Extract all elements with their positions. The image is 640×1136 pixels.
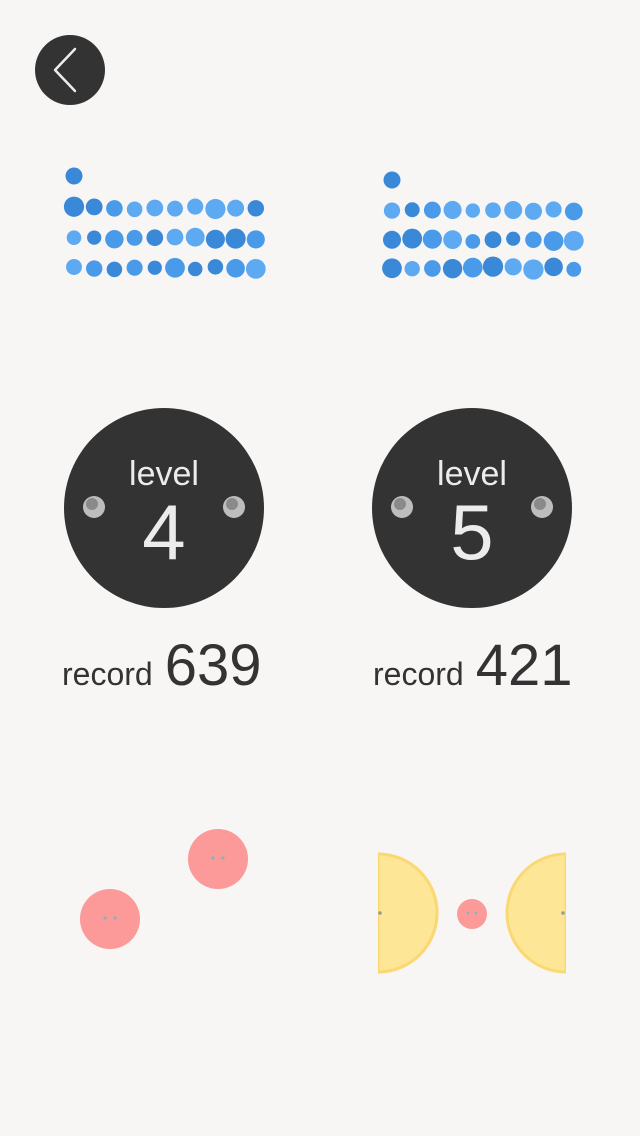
blue-dot-icon (147, 260, 162, 275)
blue-dot-icon (465, 234, 481, 249)
blue-dot-icon (105, 230, 124, 249)
blue-dot-icon (85, 260, 103, 277)
pink-creature-icon (80, 889, 140, 949)
blue-dot-icon (543, 231, 564, 251)
blue-dot-icon (66, 230, 82, 246)
blue-dot-icon (566, 261, 582, 277)
blue-dot-icon (443, 230, 462, 250)
right-eye-icon (223, 496, 245, 518)
blue-dot-icon (63, 196, 85, 217)
blue-dot-icon (485, 202, 501, 219)
back-button[interactable] (35, 35, 105, 105)
blue-dot-icon (424, 260, 441, 277)
blue-dot-icon (563, 230, 584, 251)
level-5-word: level (437, 455, 507, 493)
blue-dot-icon (544, 257, 563, 277)
blue-dot-icon (545, 201, 562, 218)
blue-dot-icon (402, 228, 423, 249)
blue-dot-icon (564, 202, 583, 221)
blue-dot-icon (382, 258, 402, 279)
blue-dot-icon (126, 259, 143, 276)
blue-dot-icon (165, 257, 185, 278)
yellow-half-creature-icon (378, 852, 439, 974)
level-4-record: record 639 (62, 632, 322, 702)
blue-dot-icon (523, 259, 544, 280)
blue-dot-icon (247, 200, 265, 217)
blue-dot-icon (246, 230, 265, 249)
blue-dot-icon (146, 199, 164, 217)
blue-dot-icon (482, 256, 504, 277)
blue-dot-icon (66, 259, 82, 275)
level-5-dots-preview (375, 160, 615, 300)
left-eye-icon (391, 496, 413, 518)
blue-dot-icon (506, 231, 521, 246)
blue-dot-icon (87, 230, 102, 245)
blue-dot-icon (462, 257, 483, 278)
level-5-creature-preview (378, 852, 566, 974)
blue-dot-icon (106, 200, 123, 217)
blue-dot-icon (126, 201, 143, 218)
blue-dot-icon (205, 198, 226, 220)
small-pink-creature-icon (457, 899, 487, 929)
blue-dot-icon (404, 261, 420, 277)
level-5-record: record 421 (373, 632, 633, 702)
blue-dot-icon (382, 230, 402, 249)
blue-dot-icon (443, 200, 462, 220)
record-value: 421 (475, 633, 573, 698)
level-4-dots-preview (60, 160, 300, 300)
blue-dot-icon (166, 228, 184, 246)
blue-dot-icon (383, 202, 401, 219)
blue-dot-icon (245, 258, 266, 279)
right-eye-icon (531, 496, 553, 518)
level-4-word: level (129, 455, 199, 493)
blue-dot-icon (167, 200, 183, 217)
blue-dot-icon (187, 261, 203, 277)
blue-dot-icon (484, 231, 502, 249)
blue-dot-icon (227, 199, 245, 217)
blue-dot-icon (465, 203, 480, 218)
blue-dot-icon (106, 261, 123, 278)
blue-dot-icon (85, 198, 103, 216)
blue-dot-icon (422, 229, 442, 249)
blue-dot-icon (146, 229, 164, 247)
blue-dot-icon (225, 228, 246, 249)
level-4-creature-preview (80, 829, 248, 949)
level-5-button[interactable]: level 5 (372, 408, 572, 608)
pink-creature-icon (188, 829, 248, 889)
blue-dot-icon (423, 201, 441, 219)
blue-dot-icon (525, 231, 542, 248)
chevron-left-icon (53, 47, 77, 93)
record-value: 639 (164, 633, 262, 698)
level-4-button[interactable]: level 4 (64, 408, 264, 608)
blue-dot-icon (185, 227, 205, 247)
blue-dot-icon (383, 171, 401, 189)
blue-dot-icon (207, 259, 224, 275)
record-label: record (62, 656, 153, 692)
blue-dot-icon (65, 167, 83, 185)
blue-dot-icon (226, 259, 245, 278)
blue-dot-icon (524, 202, 542, 220)
blue-dot-icon (504, 258, 522, 276)
blue-dot-icon (504, 201, 523, 220)
record-label: record (373, 656, 464, 692)
blue-dot-icon (126, 229, 143, 246)
blue-dot-icon (404, 202, 420, 218)
left-eye-icon (83, 496, 105, 518)
blue-dot-icon (187, 198, 204, 215)
blue-dot-icon (205, 229, 225, 249)
yellow-half-creature-icon (505, 852, 566, 974)
blue-dot-icon (442, 258, 463, 279)
